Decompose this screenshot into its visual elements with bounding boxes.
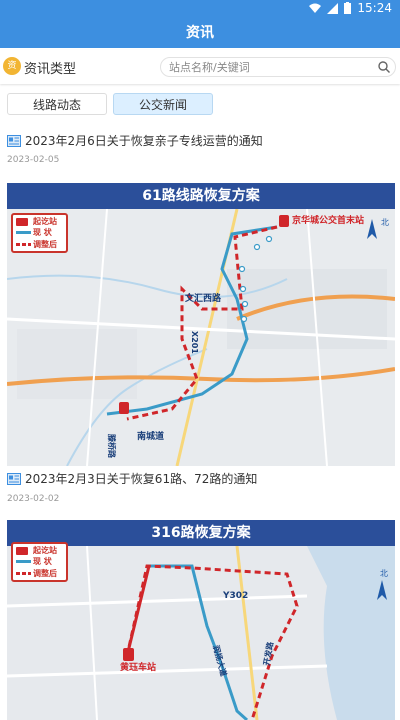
map-road-label: 滕桥路 xyxy=(107,434,117,459)
legend-start-station: 起讫站 xyxy=(33,217,57,226)
news-title-text: 2023年2月3日关于恢复61路、72路的通知 xyxy=(25,472,258,486)
signal-icon xyxy=(327,2,339,14)
map-road-label: 南城道 xyxy=(137,430,164,442)
legend-swatch-adjusted xyxy=(16,572,31,575)
news-type-icon[interactable]: 资 xyxy=(3,57,21,75)
legend-swatch-current xyxy=(16,231,31,234)
app-bar-title: 资讯 xyxy=(0,18,400,48)
map-road-label: X201 xyxy=(190,331,199,354)
legend-start-station: 起讫站 xyxy=(33,546,57,555)
route-legend: 起讫站 现 状 调整后 xyxy=(11,213,68,253)
legend-adjusted: 调整后 xyxy=(33,240,57,249)
wifi-icon xyxy=(309,3,322,13)
news-tabs: 线路动态 公交新闻 xyxy=(0,90,400,118)
news-item-title[interactable]: 2023年2月3日关于恢复61路、72路的通知 xyxy=(7,470,397,487)
north-label: 北 xyxy=(380,569,388,578)
bus-icon xyxy=(16,218,28,226)
route-legend: 起讫站 现 状 调整后 xyxy=(11,542,68,582)
search-box[interactable] xyxy=(160,57,396,77)
legend-swatch-current xyxy=(16,560,31,563)
map-terminal-label: 黄珏车站 xyxy=(120,661,156,673)
tab-line-updates[interactable]: 线路动态 xyxy=(7,93,107,115)
newspaper-icon xyxy=(7,472,21,485)
filter-bar: 资 资讯类型 xyxy=(0,50,400,84)
map-road-label: Y302 xyxy=(222,591,248,601)
news-image-card[interactable]: 61路线路恢复方案 北 京华城公交首末站 文汇西路 X201 南城道 滕桥路 起… xyxy=(7,183,395,466)
news-item-title[interactable]: 2023年2月6日关于恢复亲子专线运营的通知 xyxy=(7,132,397,149)
legend-swatch-adjusted xyxy=(16,243,31,246)
search-input[interactable] xyxy=(169,59,369,75)
newspaper-icon xyxy=(7,134,21,147)
north-label: 北 xyxy=(381,218,389,227)
status-icons: 15:24 xyxy=(309,1,392,15)
tab-bus-news[interactable]: 公交新闻 xyxy=(113,93,213,115)
bus-icon xyxy=(16,547,28,555)
news-title-text: 2023年2月6日关于恢复亲子专线运营的通知 xyxy=(25,134,263,148)
news-date: 2023-02-02 xyxy=(7,494,60,504)
legend-adjusted: 调整后 xyxy=(33,569,57,578)
legend-current: 现 状 xyxy=(33,228,52,237)
map-road-label: 文汇西路 xyxy=(184,292,222,304)
news-image-card[interactable]: 316路恢复方案 北 黄珏车站 Y302 润扬大道 开发路 起讫站 现 状 调整… xyxy=(7,520,395,720)
news-type-selector[interactable]: 资讯类型 xyxy=(24,58,76,77)
news-card-title: 61路线路恢复方案 xyxy=(7,183,395,209)
legend-current: 现 状 xyxy=(33,557,52,566)
battery-icon xyxy=(344,2,352,14)
search-icon[interactable] xyxy=(377,60,391,74)
status-bar: 15:24 xyxy=(0,0,400,18)
news-date: 2023-02-05 xyxy=(7,155,60,165)
status-time: 15:24 xyxy=(357,1,392,15)
map-terminal-label: 京华城公交首末站 xyxy=(292,214,364,226)
